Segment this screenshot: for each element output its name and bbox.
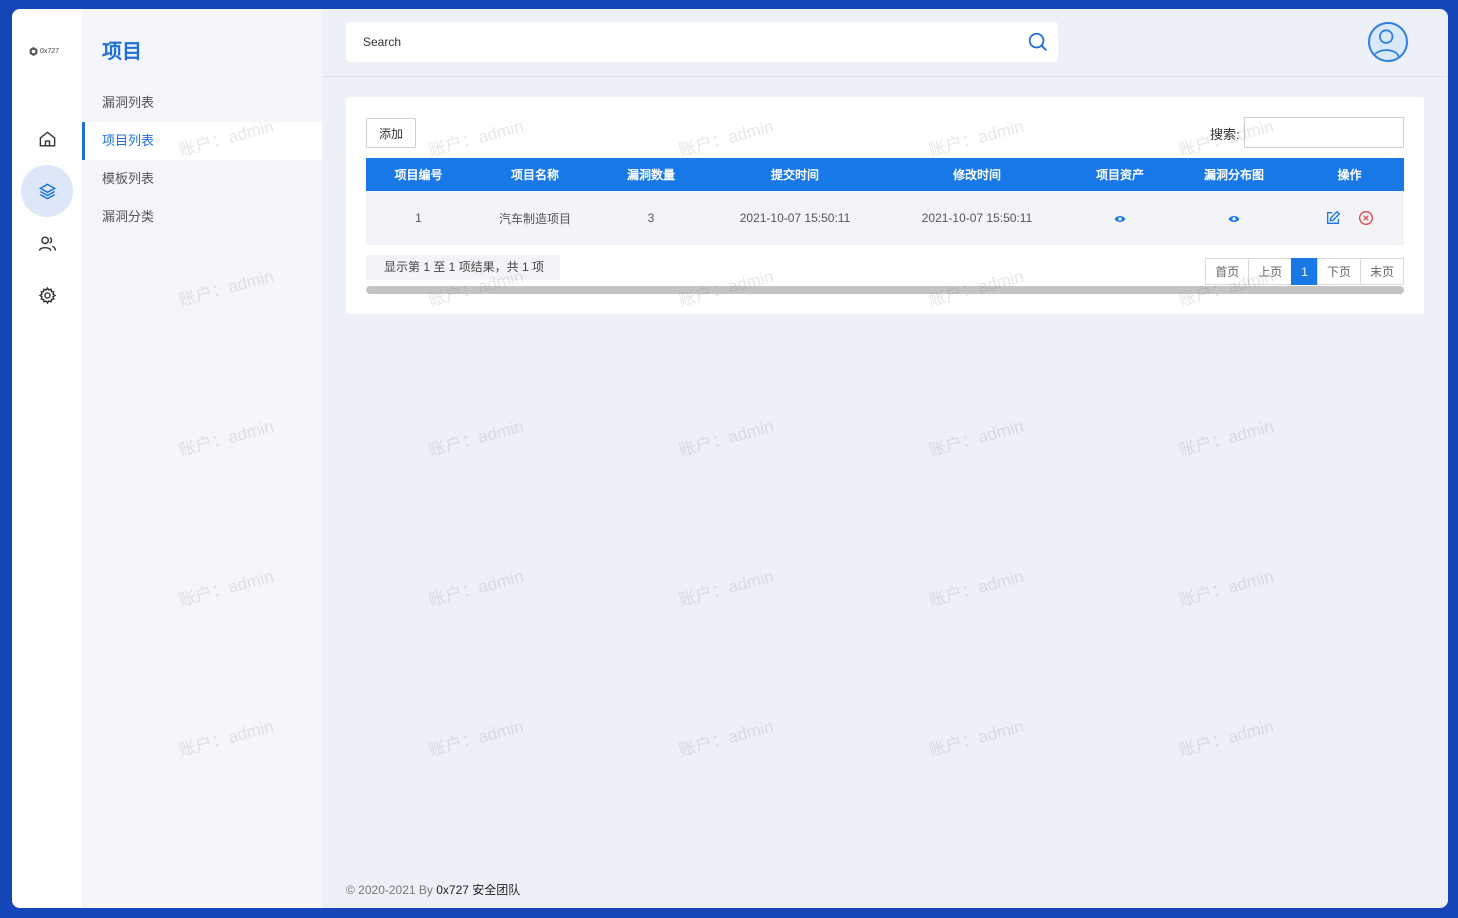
page-next-button[interactable]: 下页	[1316, 258, 1361, 285]
pagination: 首页 上页 1 下页 末页	[1205, 258, 1404, 285]
cell-distribution	[1173, 191, 1295, 245]
rail-users-button[interactable]	[21, 217, 73, 269]
cell-submitted: 2021-10-07 15:50:11	[739, 211, 851, 225]
footer-brand: 0x727 安全团队	[436, 883, 521, 897]
table-info: 显示第 1 至 1 项结果，共 1 项	[366, 255, 560, 280]
home-icon	[39, 130, 55, 147]
layers-icon	[38, 183, 56, 199]
eye-icon	[1228, 215, 1240, 222]
global-search-input[interactable]	[346, 22, 1018, 62]
col-header-distribution[interactable]: 漏洞分布图	[1173, 158, 1295, 191]
icon-rail: 0x727	[12, 9, 82, 908]
rail-projects-button[interactable]	[21, 165, 73, 217]
col-header-submitted[interactable]: 提交时间	[703, 158, 887, 191]
col-header-id[interactable]: 项目编号	[366, 158, 471, 191]
logo-mark-icon	[29, 47, 38, 56]
col-header-name[interactable]: 项目名称	[471, 158, 599, 191]
search-icon	[1028, 32, 1047, 51]
user-avatar-icon	[1372, 29, 1400, 59]
col-header-modified[interactable]: 修改时间	[887, 158, 1067, 191]
project-table: 项目编号 项目名称 漏洞数量 提交时间 修改时间 项目资产 漏洞分布图 操作 1…	[366, 158, 1404, 245]
users-icon	[38, 235, 56, 251]
view-assets-button[interactable]	[1114, 215, 1126, 223]
subnav-item-vuln-list[interactable]: 漏洞列表	[82, 84, 322, 122]
edit-icon	[1326, 210, 1341, 224]
footer-copyright: © 2020-2021 By	[346, 883, 437, 897]
view-distribution-button[interactable]	[1228, 215, 1240, 223]
avatar[interactable]	[1368, 22, 1408, 62]
table-search-input[interactable]	[1244, 117, 1404, 148]
horizontal-scrollbar[interactable]	[366, 286, 1404, 294]
subnav-list: 漏洞列表 项目列表 模板列表 漏洞分类	[82, 84, 322, 236]
cell-actions	[1295, 191, 1404, 245]
subnav-item-template-list[interactable]: 模板列表	[82, 160, 322, 198]
edit-button[interactable]	[1325, 210, 1341, 226]
cell-id: 1	[415, 211, 422, 225]
cell-modified: 2021-10-07 15:50:11	[921, 211, 1033, 225]
page-first-button[interactable]: 首页	[1205, 258, 1250, 285]
table-row: 1 汽车制造项目 3 2021-10-07 15:50:11 2021-10-0…	[366, 191, 1404, 245]
logo-text: 0x727	[40, 48, 60, 55]
eye-icon	[1114, 215, 1126, 222]
cell-assets	[1067, 191, 1173, 245]
subnav-item-vuln-category[interactable]: 漏洞分类	[82, 198, 322, 236]
table-search-label: 搜索:	[1210, 127, 1240, 142]
search-button[interactable]	[1018, 22, 1058, 62]
top-bar	[322, 9, 1448, 77]
page-current-button[interactable]: 1	[1291, 258, 1318, 285]
cell-vuln-count: 3	[647, 211, 655, 225]
delete-icon	[1359, 211, 1374, 225]
col-header-assets[interactable]: 项目资产	[1067, 158, 1173, 191]
subnav-item-project-list[interactable]: 项目列表	[82, 122, 322, 160]
section-title: 项目	[102, 41, 142, 63]
gear-icon	[38, 286, 56, 304]
rail-home-button[interactable]	[21, 113, 73, 165]
col-header-actions: 操作	[1337, 168, 1362, 182]
cell-name: 汽车制造项目	[498, 211, 571, 226]
project-table-card: 添加 搜索: 项目编号 项目名称 漏洞数量 提交时间 修改时间 项目资产 漏洞分…	[346, 97, 1424, 314]
page-prev-button[interactable]: 上页	[1248, 258, 1293, 285]
app-window: 0x727 项目 漏洞列表 项目列表 模板列表 漏洞分类 Search 添加 搜…	[12, 9, 1448, 908]
logo: 0x727	[29, 47, 59, 56]
main-content: 添加 搜索: 项目编号 项目名称 漏洞数量 提交时间 修改时间 项目资产	[322, 9, 1448, 908]
footer: © 2020-2021 By 0x727 安全团队	[346, 881, 520, 898]
global-search	[346, 22, 1058, 62]
secondary-nav: 项目 漏洞列表 项目列表 模板列表 漏洞分类	[82, 9, 322, 908]
table-header-row: 项目编号 项目名称 漏洞数量 提交时间 修改时间 项目资产 漏洞分布图 操作	[366, 158, 1404, 191]
rail-settings-button[interactable]	[21, 269, 73, 321]
page-last-button[interactable]: 末页	[1359, 258, 1404, 285]
delete-button[interactable]	[1358, 210, 1374, 226]
add-button[interactable]: 添加	[366, 118, 416, 148]
col-header-vuln-count[interactable]: 漏洞数量	[599, 158, 703, 191]
